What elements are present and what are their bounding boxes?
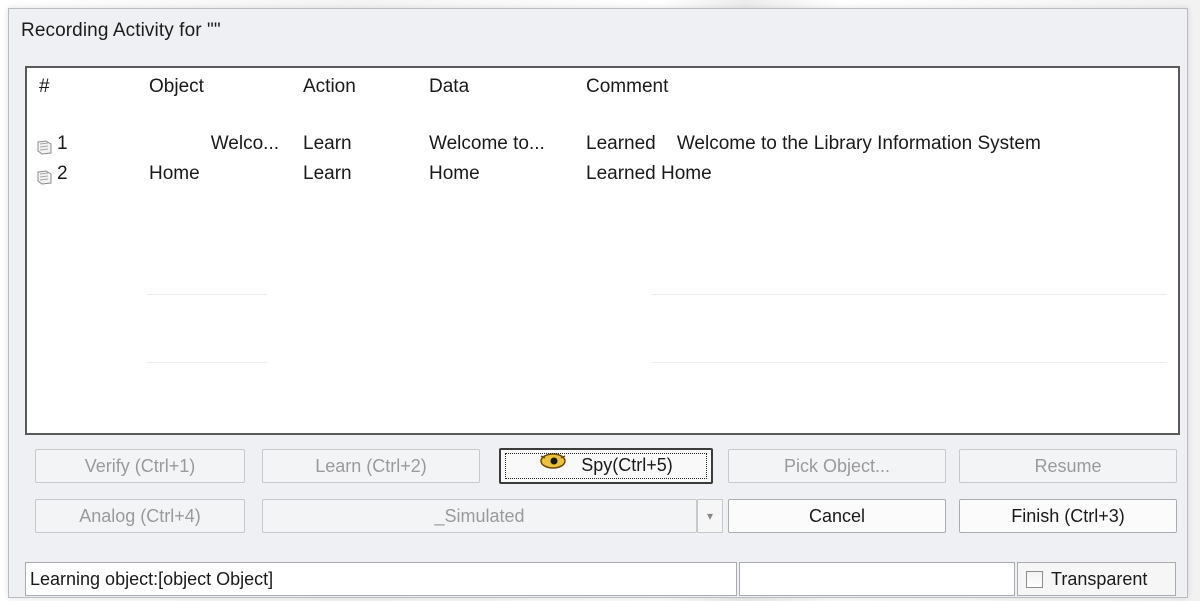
row-action: Learn (303, 163, 352, 184)
row-number: 1 (57, 133, 68, 154)
list-header: # Object Action Data Comment (27, 72, 1178, 102)
resume-button[interactable]: Resume (959, 449, 1177, 483)
divider (147, 294, 267, 295)
column-header-object[interactable]: Object (149, 72, 204, 102)
column-header-data[interactable]: Data (429, 72, 469, 102)
transparent-checkbox[interactable] (1026, 571, 1043, 588)
activity-list[interactable]: # Object Action Data Comment 1 Welco... … (25, 66, 1180, 435)
table-row[interactable]: 2 Home Learn Home Learned Home (27, 159, 1178, 189)
cancel-button[interactable]: Cancel (728, 499, 946, 533)
transparent-toggle[interactable]: Transparent (1017, 562, 1176, 596)
column-header-action[interactable]: Action (303, 72, 356, 102)
row-object: Home (149, 163, 200, 184)
divider (147, 362, 267, 363)
focus-rectangle (505, 453, 707, 479)
finish-button[interactable]: Finish (Ctrl+3) (959, 499, 1177, 533)
learn-button[interactable]: Learn (Ctrl+2) (262, 449, 480, 483)
row-action: Learn (303, 133, 352, 154)
transparent-label: Transparent (1051, 569, 1148, 589)
row-data: Home (429, 163, 480, 184)
table-row[interactable]: 1 Welco... Learn Welcome to... Learned W… (27, 129, 1178, 159)
chevron-down-icon[interactable]: ▾ (697, 499, 723, 533)
status-message: Learning object:[object Object] (25, 562, 737, 596)
pick-object-button[interactable]: Pick Object... (728, 449, 946, 483)
recording-activity-window: Recording Activity for "" # Object Actio… (8, 8, 1188, 598)
simulated-dropdown[interactable]: _Simulated (262, 499, 697, 533)
status-panel (739, 562, 1015, 596)
row-data: Welcome to... (429, 133, 545, 154)
verify-button[interactable]: Verify (Ctrl+1) (35, 449, 245, 483)
status-bar: Learning object:[object Object] Transpar… (25, 562, 1176, 598)
divider (652, 362, 1167, 363)
row-object: Welco... (210, 133, 279, 154)
row-comment: Learned Home (586, 163, 712, 184)
spy-button[interactable]: Spy(Ctrl+5) (499, 448, 713, 484)
analog-button[interactable]: Analog (Ctrl+4) (35, 499, 245, 533)
column-header-num[interactable]: # (39, 72, 50, 102)
row-number: 2 (57, 163, 68, 184)
divider (652, 294, 1167, 295)
record-icon (36, 136, 53, 155)
column-header-comment[interactable]: Comment (586, 72, 668, 102)
record-icon (36, 166, 53, 185)
row-comment: Learned Welcome to the Library Informati… (586, 133, 1041, 154)
window-title: Recording Activity for "" (21, 20, 221, 41)
